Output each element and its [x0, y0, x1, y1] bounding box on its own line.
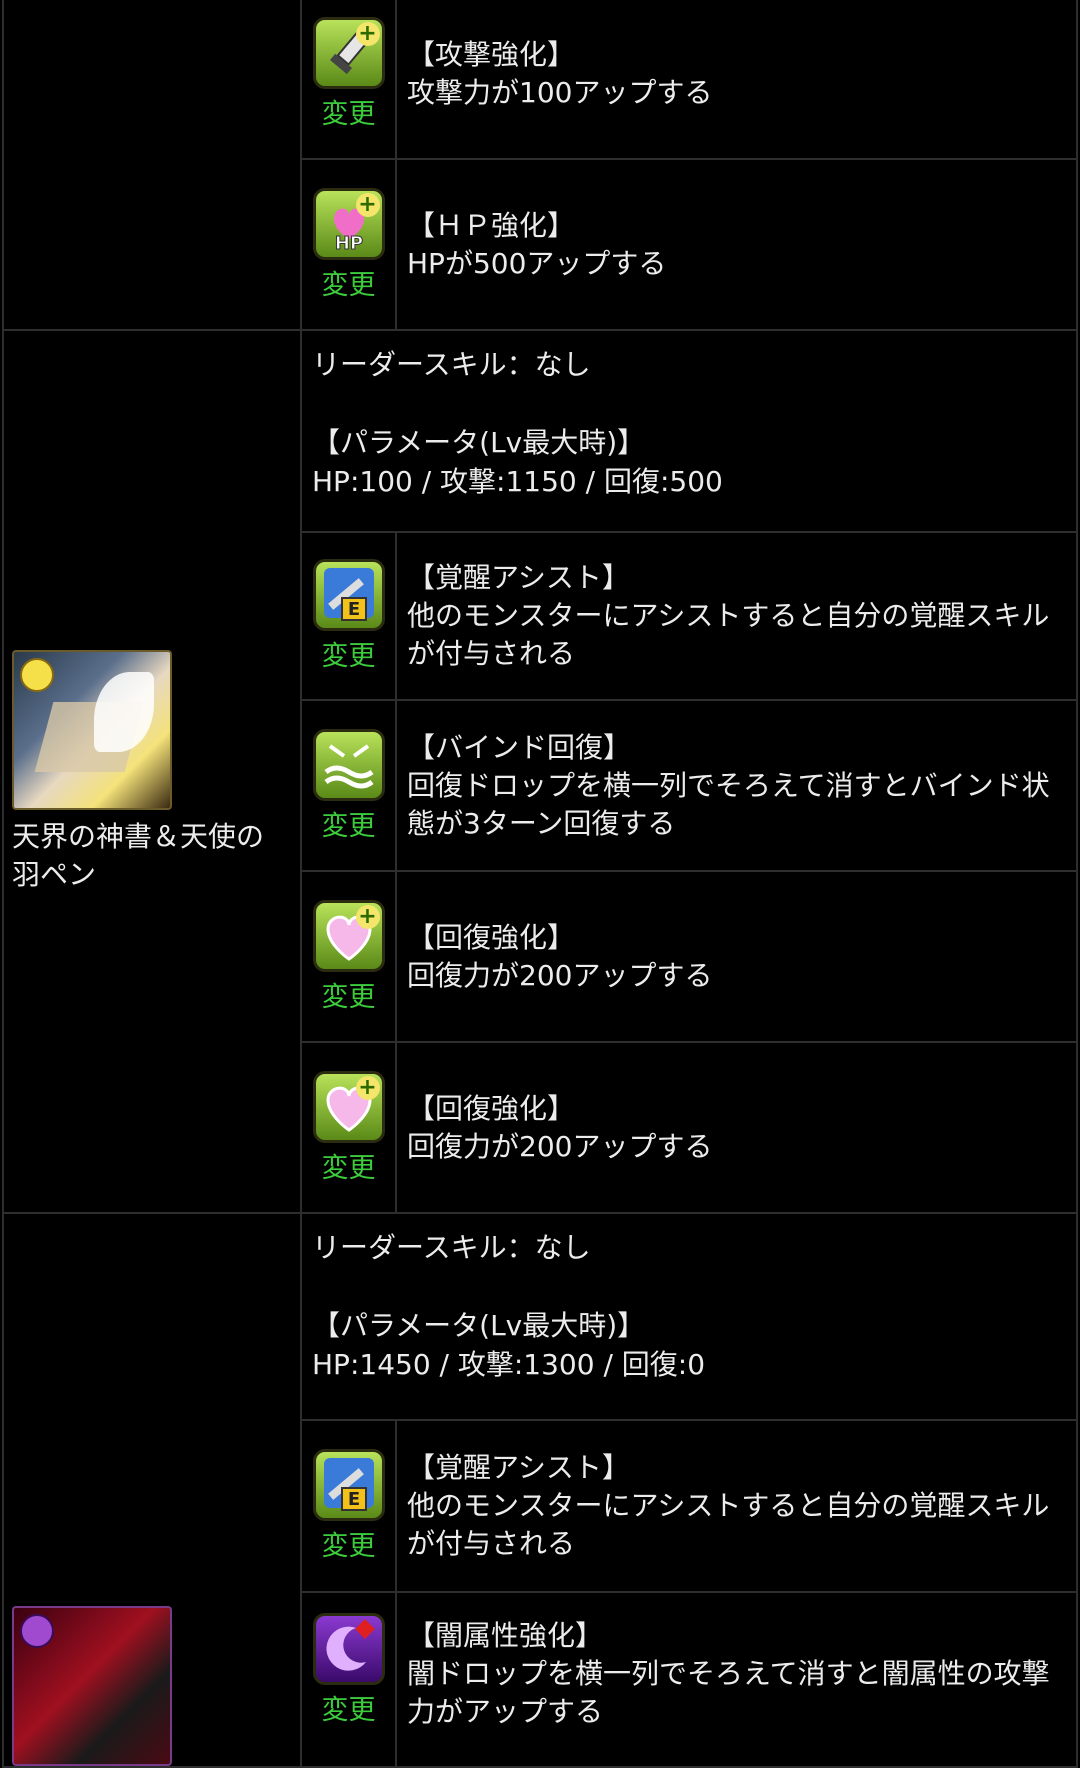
skill-desc: 回復ドロップを横一列でそろえて消すとバインド状態が3ターン回復する — [407, 768, 1050, 840]
leader-skill: リーダースキル：なし — [312, 1231, 591, 1264]
skill-desc: 回復力が200アップする — [407, 1129, 713, 1163]
change-link[interactable]: 変更 — [302, 982, 395, 1014]
awakening-icon-cell: HP + 変更 — [300, 158, 397, 331]
skill-text: 【回復強化】 回復力が200アップする — [395, 1041, 1078, 1214]
monster-cell — [2, 1212, 302, 1768]
skill-title: 【覚醒アシスト】 — [407, 561, 630, 594]
skill-desc: HPが500アップする — [407, 246, 667, 280]
skill-title: 【回復強化】 — [407, 920, 576, 954]
skill-title: 【覚醒アシスト】 — [407, 1450, 630, 1484]
skill-text: 【バインド回復】 回復ドロップを横一列でそろえて消すとバインド状態が3ターン回復… — [395, 699, 1078, 872]
skill-title: 【ＨＰ強化】 — [407, 208, 576, 242]
awakening-icon-cell: + 変更 — [300, 870, 397, 1043]
awakening-icon-cell: 変更 — [300, 1590, 397, 1768]
skill-desc: 他のモンスターにアシストすると自分の覚醒スキルが付与される — [407, 1488, 1050, 1560]
skill-text: 【覚醒アシスト】 他のモンスターにアシストすると自分の覚醒スキルが付与される — [395, 531, 1078, 701]
params-values: HP:100 / 攻撃:1150 / 回復:500 — [312, 465, 723, 498]
recovery-up-icon[interactable]: + — [312, 1070, 385, 1143]
leader-skill: リーダースキル：なし — [312, 348, 591, 381]
dark-row-enhance-icon[interactable] — [312, 1612, 385, 1685]
monster-info: リーダースキル：なし 【パラメータ(Lv最大時)】 HP:100 / 攻撃:11… — [300, 329, 1078, 533]
params-header: 【パラメータ(Lv最大時)】 — [312, 1309, 646, 1342]
monster-thumbnail[interactable] — [12, 649, 172, 810]
change-link[interactable]: 変更 — [302, 1153, 395, 1185]
awoken-assist-icon[interactable]: E — [312, 1448, 385, 1521]
skill-title: 【回復強化】 — [407, 1091, 576, 1125]
monster-thumbnail[interactable] — [12, 1606, 172, 1766]
light-attribute-icon — [20, 657, 54, 692]
change-link[interactable]: 変更 — [302, 1531, 395, 1563]
awakening-icon-cell: 変更 — [300, 699, 397, 872]
awoken-assist-icon[interactable]: E — [312, 559, 385, 631]
svg-text:E: E — [347, 1489, 359, 1510]
svg-text:HP: HP — [334, 233, 362, 254]
awakening-icon-cell: + 変更 — [300, 0, 397, 160]
monster-cell: 天界の神書＆天使の羽ペン — [2, 329, 302, 1214]
hp-up-icon[interactable]: HP + — [312, 187, 385, 260]
skill-text: 【回復強化】 回復力が200アップする — [395, 870, 1078, 1043]
skill-text: 【覚醒アシスト】 他のモンスターにアシストすると自分の覚醒スキルが付与される — [395, 1418, 1078, 1593]
attack-up-icon[interactable]: + — [312, 17, 385, 89]
awakening-icon-cell: E 変更 — [300, 1418, 397, 1593]
skill-desc: 回復力が200アップする — [407, 958, 713, 992]
params-header: 【パラメータ(Lv最大時)】 — [312, 426, 646, 459]
svg-text:E: E — [347, 599, 359, 620]
bind-recovery-icon[interactable] — [312, 728, 385, 801]
change-link[interactable]: 変更 — [302, 99, 395, 131]
skill-desc: 他のモンスターにアシストすると自分の覚醒スキルが付与される — [407, 599, 1050, 670]
dark-attribute-icon — [20, 1614, 54, 1648]
change-link[interactable]: 変更 — [302, 270, 395, 302]
skill-text: 【ＨＰ強化】 HPが500アップする — [395, 158, 1078, 331]
awakening-icon-cell: + 変更 — [300, 1041, 397, 1214]
skill-desc: 攻撃力が100アップする — [407, 76, 713, 109]
skill-title: 【バインド回復】 — [407, 730, 632, 764]
params-values: HP:1450 / 攻撃:1300 / 回復:0 — [312, 1348, 706, 1381]
awakening-table: + 変更 【攻撃強化】 攻撃力が100アップする HP + 変更 【ＨＰ強化】 … — [2, 0, 1078, 1768]
skill-text: 【攻撃強化】 攻撃力が100アップする — [395, 0, 1078, 160]
skill-desc: 闇ドロップを横一列でそろえて消すと闇属性の攻撃力がアップする — [407, 1656, 1050, 1728]
change-link[interactable]: 変更 — [302, 811, 395, 843]
change-link[interactable]: 変更 — [302, 641, 395, 673]
skill-title: 【闇属性強化】 — [407, 1618, 604, 1652]
awakening-icon-cell: E 変更 — [300, 531, 397, 701]
recovery-up-icon[interactable]: + — [312, 899, 385, 972]
monster-cell-empty — [2, 0, 302, 331]
monster-info: リーダースキル：なし 【パラメータ(Lv最大時)】 HP:1450 / 攻撃:1… — [300, 1212, 1078, 1421]
skill-text: 【闇属性強化】 闇ドロップを横一列でそろえて消すと闇属性の攻撃力がアップする — [395, 1590, 1078, 1768]
monster-name[interactable]: 天界の神書＆天使の羽ペン — [12, 818, 292, 894]
change-link[interactable]: 変更 — [302, 1695, 395, 1727]
skill-title: 【攻撃強化】 — [407, 38, 576, 71]
